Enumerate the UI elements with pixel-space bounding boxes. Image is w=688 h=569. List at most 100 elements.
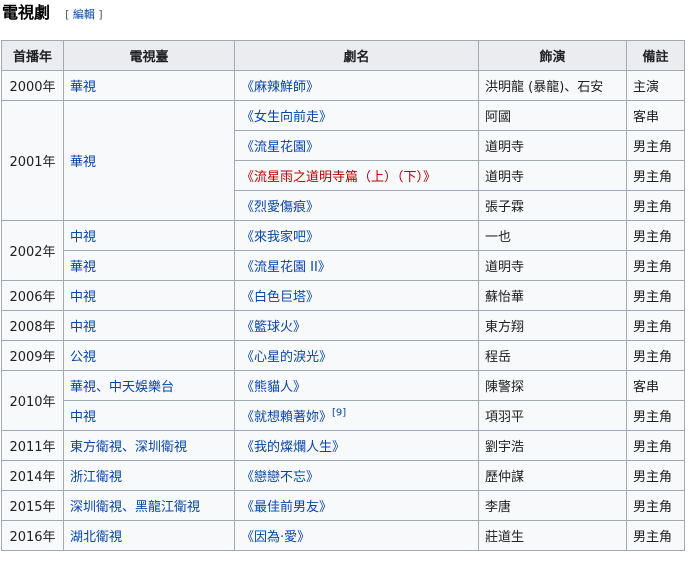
title-link-new[interactable]: 《流星雨之道明寺篇（上）（下）》 [241, 170, 436, 185]
title-link[interactable]: 《流星花園 II》 [241, 260, 331, 275]
role-cell: 歷仲謀 [478, 460, 627, 491]
title-cell: 《女生向前走》 [234, 100, 479, 131]
role-cell: 一也 [478, 220, 627, 251]
role-cell: 道明寺 [478, 130, 627, 161]
role-cell: 東方翔 [478, 310, 627, 341]
station-cell: 華視 [63, 100, 235, 221]
title-link[interactable]: 《烈愛傷痕》 [241, 200, 319, 215]
year-cell: 2008年 [1, 310, 64, 341]
note-cell: 男主角 [626, 280, 685, 311]
drama-table: 首播年 電視臺 劇名 飾演 備註 2000年 華視 《麻辣鮮師》 洪明龍 (暴龍… [1, 40, 685, 551]
note-cell: 男主角 [626, 340, 685, 371]
station-cell: 華視、中天娛樂台 [63, 370, 235, 401]
role-cell: 阿國 [478, 100, 627, 131]
year-cell: 2015年 [1, 490, 64, 521]
title-link[interactable]: 《來我家吧》 [241, 230, 319, 245]
title-link[interactable]: 《因為·愛》 [241, 530, 310, 545]
role-cell: 道明寺 [478, 160, 627, 191]
year-cell: 2010年 [1, 370, 64, 431]
table-row: 中視 《就想賴著妳》[9] 項羽平 男主角 [2, 400, 685, 431]
title-link[interactable]: 《我的燦爛人生》 [241, 440, 345, 455]
note-cell: 男主角 [626, 250, 685, 281]
title-link[interactable]: 《就想賴著妳》 [241, 410, 332, 425]
year-cell: 2011年 [1, 430, 64, 461]
role-cell: 程岳 [478, 340, 627, 371]
station-link[interactable]: 浙江衛視 [70, 470, 122, 485]
year-cell: 2000年 [1, 70, 64, 101]
header-title: 劇名 [234, 40, 479, 71]
table-row: 2015年 深圳衛視、黑龍江衛視 《最佳前男友》 李唐 男主角 [1, 490, 685, 521]
station-cell: 中視 [63, 280, 235, 311]
station-link[interactable]: 東方衛視、深圳衛視 [70, 440, 187, 455]
note-cell: 主演 [626, 70, 685, 101]
station-cell: 浙江衛視 [63, 460, 235, 491]
note-cell: 男主角 [626, 310, 685, 341]
table-row: 2006年 中視 《白色巨塔》 蘇怡華 男主角 [1, 280, 685, 311]
title-cell: 《因為·愛》 [234, 520, 479, 551]
role-cell: 劉宇浩 [478, 430, 627, 461]
role-cell: 張子霖 [478, 190, 627, 221]
header-note: 備註 [626, 40, 685, 71]
header-station: 電視臺 [63, 40, 235, 71]
note-cell: 男主角 [626, 220, 685, 251]
table-row: 2016年 湖北衛視 《因為·愛》 莊道生 男主角 [1, 520, 685, 551]
title-link[interactable]: 《籃球火》 [241, 320, 306, 335]
title-cell: 《心星的淚光》 [234, 340, 479, 371]
title-cell: 《來我家吧》 [234, 220, 479, 251]
station-link[interactable]: 中視 [70, 290, 96, 305]
station-link[interactable]: 公視 [70, 350, 96, 365]
note-cell: 客串 [626, 370, 685, 401]
station-link[interactable]: 華視 [70, 260, 96, 275]
note-cell: 男主角 [626, 160, 685, 191]
table-row: 2008年 中視 《籃球火》 東方翔 男主角 [1, 310, 685, 341]
table-row: 華視 《流星花園 II》 道明寺 男主角 [2, 250, 685, 281]
note-cell: 客串 [626, 100, 685, 131]
title-cell: 《流星花園 II》 [234, 250, 479, 281]
station-link[interactable]: 華視 [70, 155, 96, 170]
note-cell: 男主角 [626, 520, 685, 551]
year-cell: 2014年 [1, 460, 64, 491]
year-cell: 2009年 [1, 340, 64, 371]
year-cell: 2001年 [1, 100, 64, 221]
section-title: 電視劇 [2, 3, 51, 22]
table-row: 2010年 華視、中天娛樂台 《熊貓人》 陳警探 客串 [1, 370, 685, 431]
title-cell: 《流星雨之道明寺篇（上）（下）》 [234, 160, 479, 191]
reference-marker: [9] [332, 408, 346, 419]
header-year: 首播年 [1, 40, 64, 71]
title-link[interactable]: 《心星的淚光》 [241, 350, 332, 365]
role-cell: 莊道生 [478, 520, 627, 551]
title-link[interactable]: 《女生向前走》 [241, 110, 332, 125]
title-link[interactable]: 《熊貓人》 [241, 380, 306, 395]
station-link[interactable]: 華視 [70, 80, 96, 95]
title-link[interactable]: 《流星花園》 [241, 140, 319, 155]
role-cell: 洪明龍 (暴龍)、石安 [478, 70, 627, 101]
title-cell: 《麻辣鮮師》 [234, 70, 479, 101]
title-cell: 《烈愛傷痕》 [234, 190, 479, 221]
edit-bracket-open: [ [65, 8, 70, 21]
station-link[interactable]: 中視 [70, 320, 96, 335]
station-cell: 東方衛視、深圳衛視 [63, 430, 235, 461]
year-cell: 2006年 [1, 280, 64, 311]
edit-link[interactable]: 編輯 [73, 8, 95, 21]
title-link[interactable]: 《最佳前男友》 [241, 500, 332, 515]
title-cell: 《流星花園》 [234, 130, 479, 161]
title-cell: 《白色巨塔》 [234, 280, 479, 311]
year-cell: 2016年 [1, 520, 64, 551]
header-role: 飾演 [478, 40, 627, 71]
station-link[interactable]: 中視 [70, 230, 96, 245]
title-cell: 《戀戀不忘》 [234, 460, 479, 491]
title-link[interactable]: 《戀戀不忘》 [241, 470, 319, 485]
station-link[interactable]: 深圳衛視、黑龍江衛視 [70, 500, 200, 515]
role-cell: 道明寺 [478, 250, 627, 281]
station-link[interactable]: 湖北衛視 [70, 530, 122, 545]
station-link[interactable]: 中視 [70, 410, 96, 425]
table-row: 2014年 浙江衛視 《戀戀不忘》 歷仲謀 男主角 [1, 460, 685, 491]
title-cell: 《就想賴著妳》[9] [234, 400, 479, 431]
table-row: 2002年 中視 《來我家吧》 一也 男主角 [1, 220, 685, 281]
station-cell: 公視 [63, 340, 235, 371]
reference-link[interactable]: [9] [332, 408, 346, 419]
station-cell: 湖北衛視 [63, 520, 235, 551]
title-link[interactable]: 《麻辣鮮師》 [241, 80, 319, 95]
station-link[interactable]: 華視、中天娛樂台 [70, 380, 174, 395]
title-link[interactable]: 《白色巨塔》 [241, 290, 319, 305]
